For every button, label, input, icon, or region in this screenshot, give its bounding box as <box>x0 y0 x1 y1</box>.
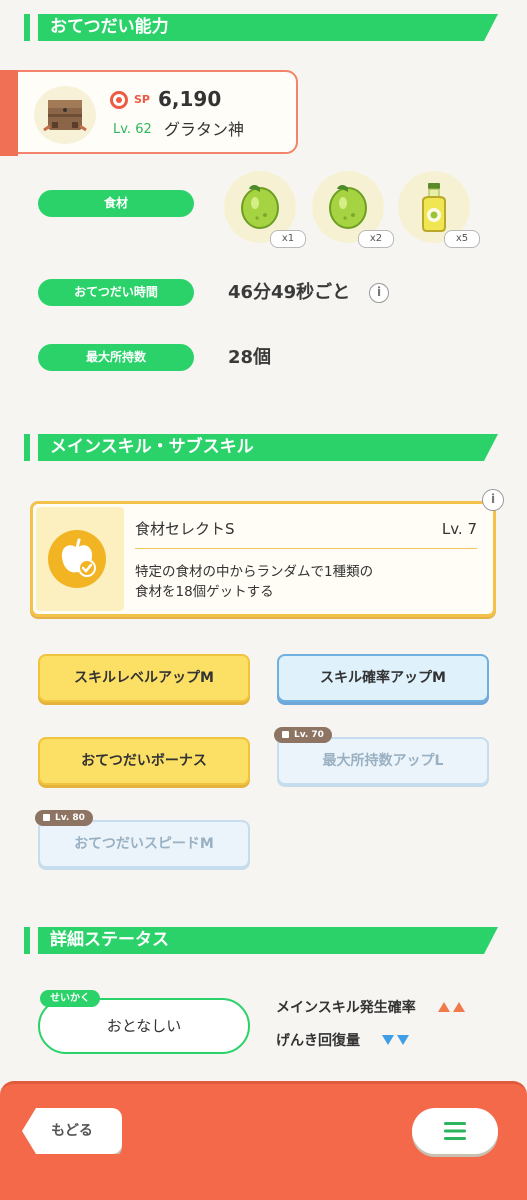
description-line: 特定の食材の中からランダムで1種類の <box>135 564 374 580</box>
sp-label: SP <box>134 93 150 106</box>
main-skill-card[interactable]: 食材セレクトS Lv. 7 特定の食材の中からランダムで1種類の 食材を18個ゲ… <box>30 501 496 617</box>
ingredient-count-2: x2 <box>358 230 394 248</box>
bean-icon <box>241 185 279 229</box>
section-header-bar <box>24 14 30 41</box>
sub-skill-3[interactable]: おてつだいボーナス <box>38 737 250 785</box>
nature-down-stat: げんき回復量 <box>276 1030 409 1052</box>
lock-level-tag: Lv. 80 <box>35 810 93 826</box>
apple-check-icon <box>48 530 106 588</box>
pokemon-card[interactable]: SP 6,190 Lv. 62 グラタン神 <box>0 70 298 156</box>
sp-value: 6,190 <box>158 87 222 111</box>
nature-down-label: げんき回復量 <box>276 1033 360 1049</box>
ingredient-count-1: x1 <box>270 230 306 248</box>
section-header-details: 詳細ステータス <box>24 927 498 954</box>
section-header-help-ability: おてつだい能力 <box>24 14 498 41</box>
main-skill-description: 特定の食材の中からランダムで1種類の 食材を18個ゲットする <box>135 562 475 602</box>
main-skill-name: 食材セレクトS <box>135 520 235 538</box>
back-button[interactable]: もどる <box>22 1108 122 1154</box>
oil-bottle-icon <box>422 183 446 232</box>
info-icon[interactable]: i <box>482 489 504 511</box>
nature-up-label: メインスキル発生確率 <box>276 1000 416 1016</box>
ingredients-label: 食材 <box>38 190 194 217</box>
help-time-value: 46分49秒ごと <box>228 282 351 303</box>
section-title: 詳細ステータス <box>38 927 498 954</box>
info-icon[interactable]: i <box>369 283 389 303</box>
max-carry-label: 最大所持数 <box>38 344 194 371</box>
section-header-bar <box>24 927 30 954</box>
card-accent-stripe <box>0 70 18 156</box>
menu-button[interactable] <box>412 1108 498 1154</box>
nature-tag: せいかく <box>40 990 100 1007</box>
lock-level-tag: Lv. 70 <box>274 727 332 743</box>
section-title: おてつだい能力 <box>38 14 498 41</box>
main-skill-level: Lv. 7 <box>441 520 477 538</box>
max-carry-value: 28個 <box>228 347 272 368</box>
sp-icon <box>110 91 128 109</box>
description-line: 食材を18個ゲットする <box>135 584 274 600</box>
help-time-label: おてつだい時間 <box>38 279 194 306</box>
section-header-skills: メインスキル・サブスキル <box>24 434 498 461</box>
section-title: メインスキル・サブスキル <box>38 434 498 461</box>
arrow-down-icon <box>379 1033 409 1049</box>
pokemon-level: Lv. 62 <box>113 122 152 137</box>
bean-icon <box>329 185 367 229</box>
sub-skill-5[interactable]: おてつだいスピードM <box>38 820 250 868</box>
pokemon-name: グラタン神 <box>164 120 245 139</box>
sub-skill-2[interactable]: スキル確率アップM <box>277 654 489 702</box>
menu-icon <box>444 1122 466 1140</box>
divider <box>135 548 477 549</box>
ingredient-count-3: x5 <box>444 230 480 248</box>
nature-up-stat: メインスキル発生確率 <box>276 997 465 1019</box>
arrow-up-icon <box>435 1000 465 1016</box>
pokemon-avatar-icon <box>34 86 96 144</box>
section-header-bar <box>24 434 30 461</box>
sub-skill-1[interactable]: スキルレベルアップM <box>38 654 250 702</box>
sub-skill-4[interactable]: 最大所持数アップL <box>277 737 489 785</box>
